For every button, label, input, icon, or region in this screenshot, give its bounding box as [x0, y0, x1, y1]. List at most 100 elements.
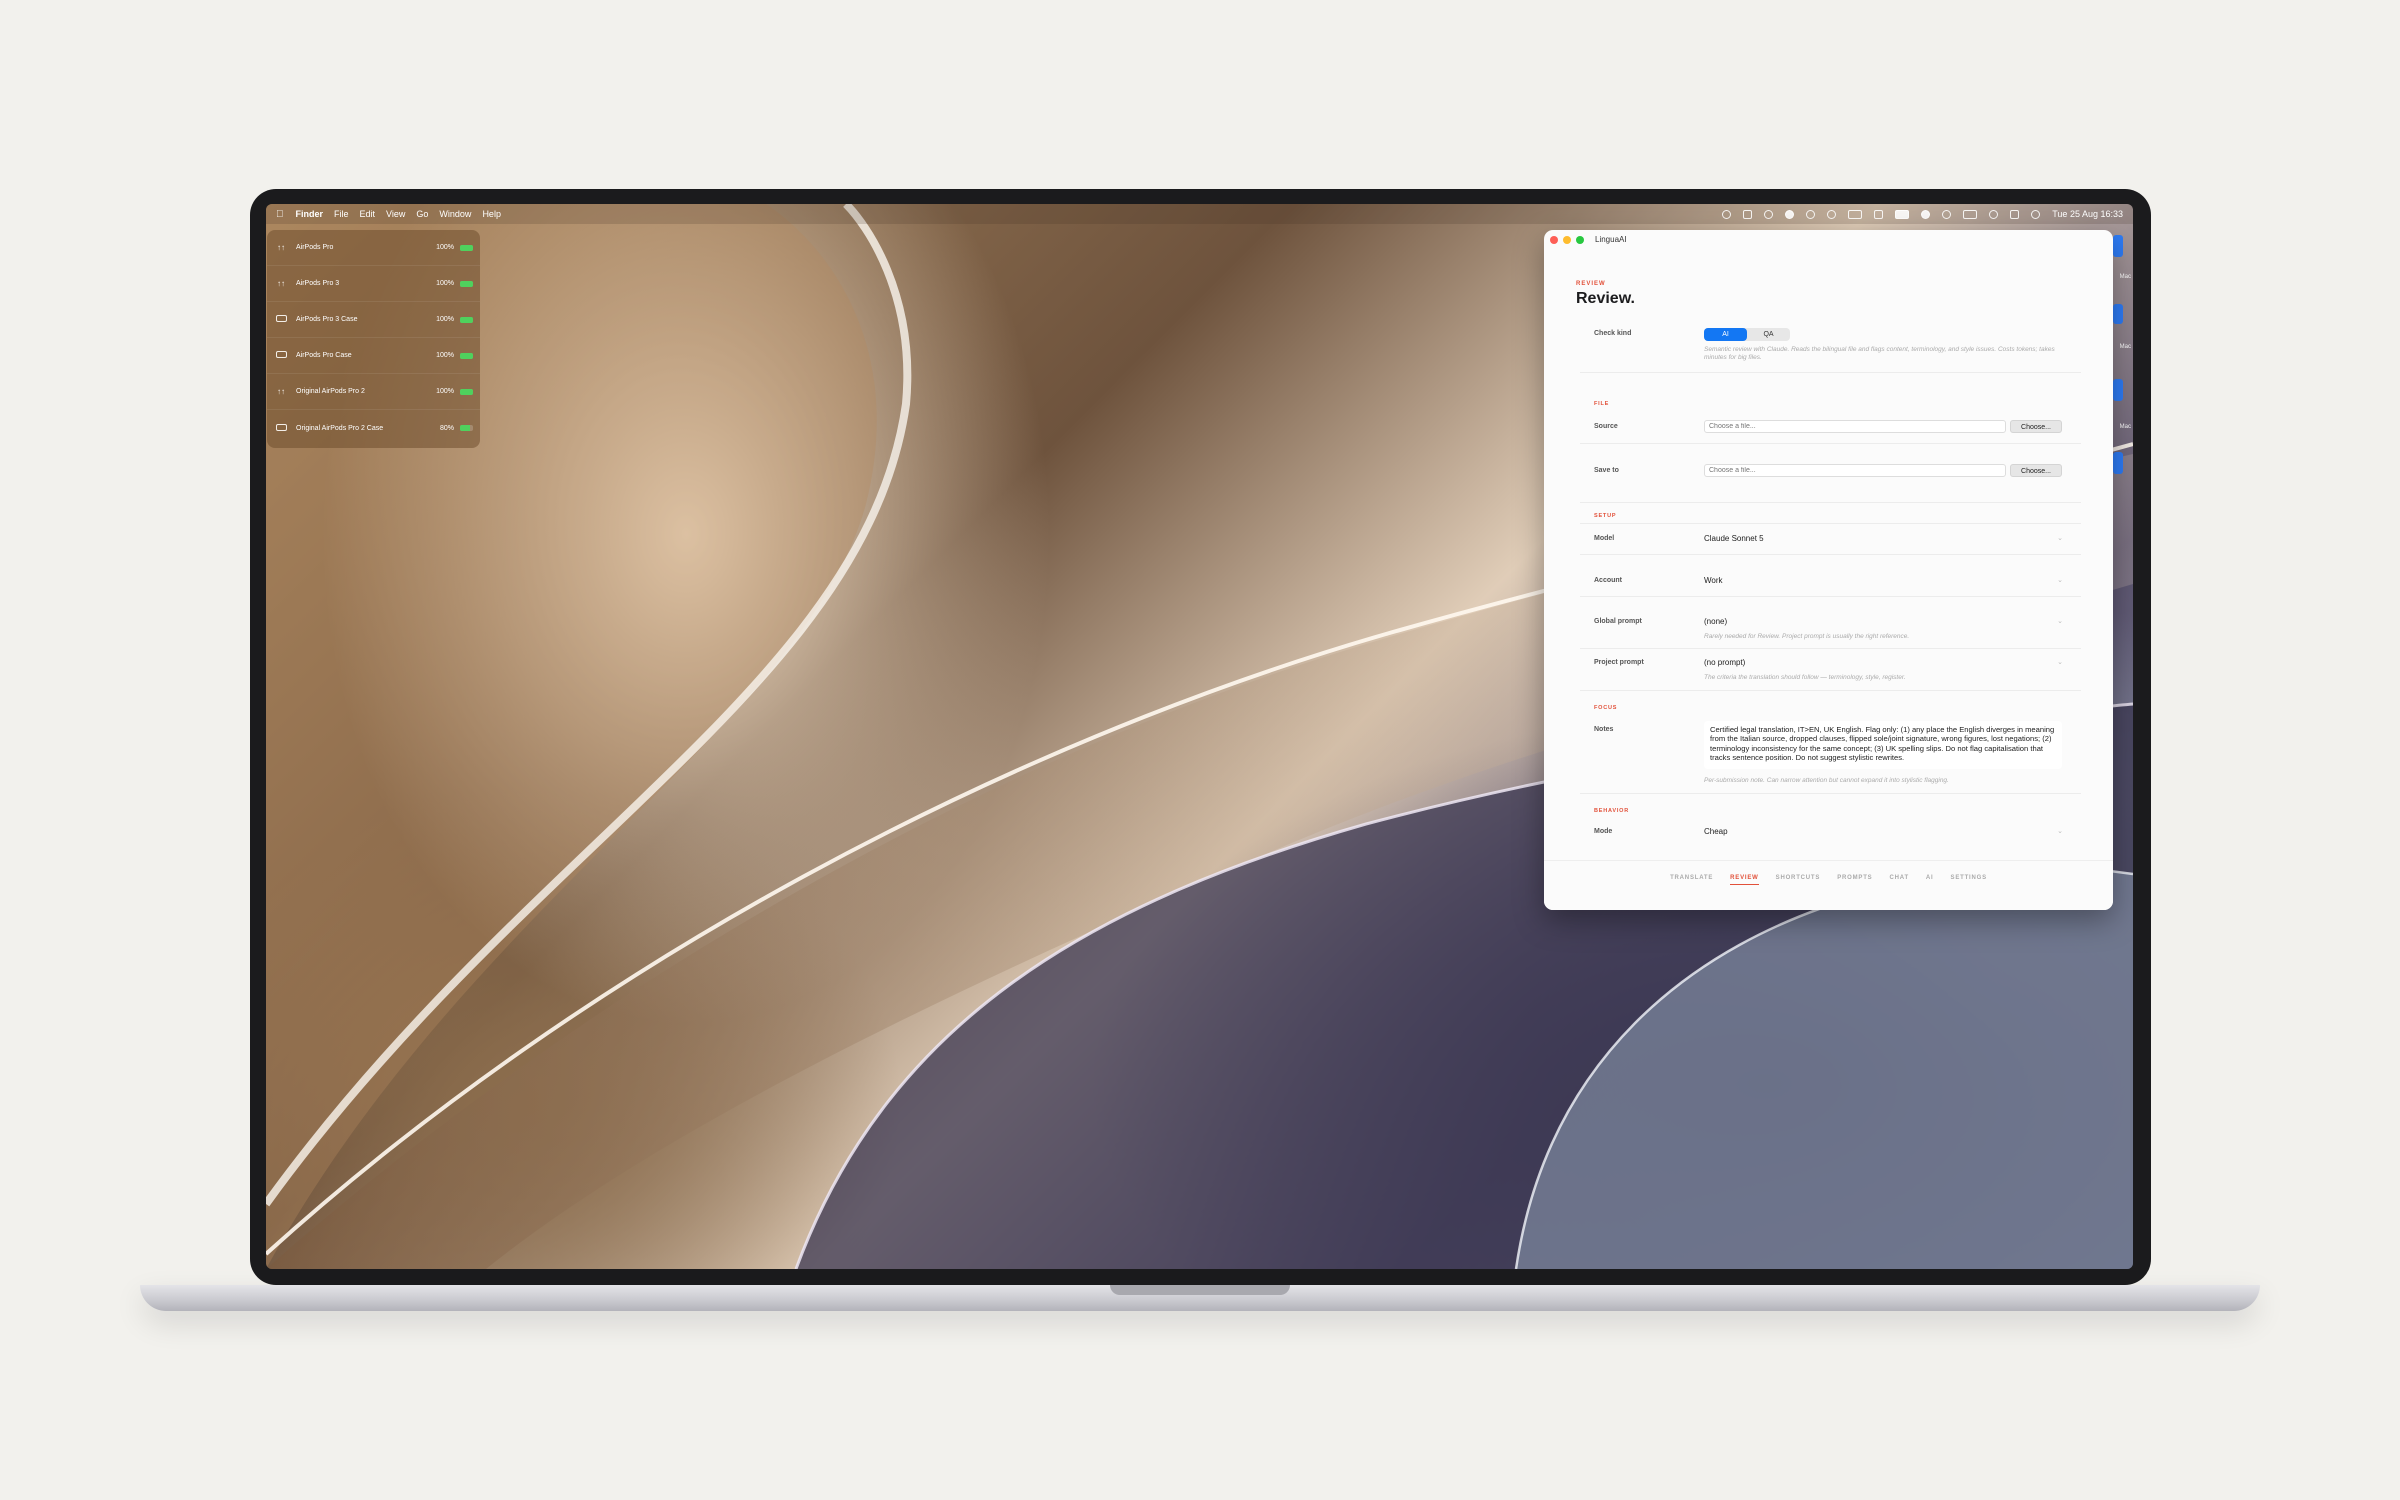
page-title: Review.	[1576, 290, 1635, 307]
battery-bar	[460, 425, 473, 431]
earbuds-icon: ↑↑	[277, 387, 285, 396]
source-file-input[interactable]	[1704, 420, 2006, 433]
divider	[1580, 596, 2081, 597]
menu-window[interactable]: Window	[439, 209, 471, 219]
file-section-heading: FILE	[1594, 401, 1610, 407]
tab-chat[interactable]: CHAT	[1889, 875, 1908, 884]
device-battery-text: 100%	[436, 244, 454, 251]
status-area: Tue 25 Aug 16:33	[1722, 209, 2123, 219]
background-window-button[interactable]	[2113, 452, 2123, 474]
device-row: ↑↑ Original AirPods Pro 2 100%	[267, 374, 480, 410]
source-choose-button[interactable]: Choose...	[2010, 420, 2062, 433]
menu-file[interactable]: File	[334, 209, 349, 219]
battery-bar	[460, 244, 473, 251]
telegram-icon[interactable]	[1921, 209, 1931, 219]
lingua-ai-window: LinguaAI REVIEW Review. Check kind AI QA…	[1544, 230, 2113, 910]
notes-hint: Per-submission note. Can narrow attentio…	[1704, 777, 1949, 784]
wifi-icon[interactable]	[1806, 209, 1816, 219]
window-title: LinguaAI	[1595, 235, 1627, 244]
focus-section-heading: FOCUS	[1594, 705, 1618, 711]
model-select[interactable]: Claude Sonnet 5	[1704, 534, 1764, 543]
tab-review[interactable]: REVIEW	[1730, 875, 1759, 885]
device-battery-text: 100%	[436, 280, 454, 287]
save-to-choose-button[interactable]: Choose...	[2010, 464, 2062, 477]
record-icon[interactable]	[1827, 209, 1837, 219]
global-prompt-chevron-icon[interactable]: ⌄	[2057, 617, 2063, 625]
battery-icon[interactable]	[1895, 209, 1910, 219]
tab-translate[interactable]: TRANSLATE	[1670, 875, 1713, 884]
project-prompt-label: Project prompt	[1594, 659, 1644, 666]
tab-prompts[interactable]: PROMPTS	[1837, 875, 1872, 884]
menu-edit[interactable]: Edit	[360, 209, 376, 219]
background-window-button[interactable]	[2113, 235, 2123, 257]
mic-icon[interactable]	[1764, 209, 1774, 219]
device-battery-text: 100%	[436, 352, 454, 359]
project-prompt-select[interactable]: (no prompt)	[1704, 658, 1745, 667]
desktop-screen:  Finder File Edit View Go Window Help T…	[266, 204, 2133, 1269]
device-battery-text: 100%	[436, 316, 454, 323]
global-prompt-hint: Rarely needed for Review. Project prompt…	[1704, 633, 1910, 640]
title-bar[interactable]: LinguaAI	[1544, 230, 2113, 249]
global-prompt-select[interactable]: (none)	[1704, 617, 1727, 626]
check-kind-segmented-control: AI QA	[1704, 328, 1790, 341]
page-kicker: REVIEW	[1576, 281, 1606, 287]
menu-clock[interactable]: Tue 25 Aug 16:33	[2052, 209, 2123, 219]
battery-bar	[460, 280, 473, 287]
device-name: AirPods Pro 3	[296, 280, 340, 287]
minimize-window-button[interactable]	[1563, 235, 1571, 244]
mode-chevron-icon[interactable]: ⌄	[2057, 827, 2063, 835]
menu-go[interactable]: Go	[416, 209, 428, 219]
earbuds-icon: ↑↑	[277, 279, 285, 288]
project-prompt-hint: The criteria the translation should foll…	[1704, 674, 1906, 681]
device-battery-text: 80%	[439, 424, 454, 432]
battery-fill	[460, 244, 473, 251]
tab-settings[interactable]: SETTINGS	[1951, 875, 1987, 884]
keyboard-icon[interactable]	[1743, 209, 1753, 219]
background-window-label: Mac	[2119, 424, 2131, 430]
device-row: AirPods Pro 3 Case 100%	[267, 302, 480, 338]
menu-view[interactable]: View	[386, 209, 405, 219]
battery-fill	[460, 316, 473, 323]
close-window-button[interactable]	[1550, 235, 1558, 244]
source-label: Source	[1594, 423, 1618, 430]
notes-textarea[interactable]: Certified legal translation, IT>EN, UK E…	[1704, 721, 2062, 769]
tab-ai[interactable]: AI	[1926, 875, 1934, 884]
device-row: Original AirPods Pro 2 Case 80%	[267, 410, 480, 446]
airpods-battery-widget: ↑↑ AirPods Pro 100% ↑↑ AirPods Pro 3 100…	[267, 230, 480, 448]
check-kind-qa-option[interactable]: QA	[1747, 328, 1790, 341]
siri-icon[interactable]	[1722, 209, 1732, 219]
code-icon[interactable]	[1963, 209, 1978, 219]
divider	[1580, 443, 2081, 444]
chat-icon[interactable]	[1785, 209, 1795, 219]
plus-icon[interactable]	[1989, 209, 1999, 219]
spotlight-icon[interactable]	[2031, 209, 2041, 219]
control-center-icon[interactable]	[2010, 209, 2020, 219]
case-icon	[274, 351, 288, 360]
settings-icon[interactable]	[1942, 209, 1952, 219]
divider	[1580, 793, 2081, 794]
menu-help[interactable]: Help	[482, 209, 501, 219]
device-battery-text: 100%	[436, 388, 454, 395]
mode-select[interactable]: Cheap	[1704, 827, 1728, 836]
device-name: AirPods Pro 3 Case	[296, 316, 358, 323]
project-prompt-chevron-icon[interactable]: ⌄	[2057, 658, 2063, 666]
account-select[interactable]: Work	[1704, 576, 1723, 585]
display-icon[interactable]	[1848, 209, 1863, 219]
background-window-label: Mac	[2119, 344, 2131, 350]
case-icon	[274, 423, 288, 433]
check-kind-ai-option[interactable]: AI	[1704, 328, 1747, 341]
background-window-button[interactable]	[2113, 379, 2123, 401]
background-window-label: Mac	[2119, 274, 2131, 280]
menu-app-name[interactable]: Finder	[296, 209, 324, 219]
account-chevron-icon[interactable]: ⌄	[2057, 576, 2063, 584]
zoom-window-button[interactable]	[1576, 235, 1584, 244]
brightness-icon[interactable]	[1874, 209, 1884, 219]
check-kind-label: Check kind	[1594, 330, 1632, 337]
model-chevron-icon[interactable]: ⌄	[2057, 534, 2063, 542]
laptop-notch	[1110, 1285, 1290, 1295]
background-window-button[interactable]	[2113, 304, 2123, 324]
save-to-file-input[interactable]	[1704, 464, 2006, 477]
apple-menu-icon[interactable]: 	[276, 209, 284, 220]
tab-shortcuts[interactable]: SHORTCUTS	[1776, 875, 1821, 884]
divider	[1580, 690, 2081, 691]
